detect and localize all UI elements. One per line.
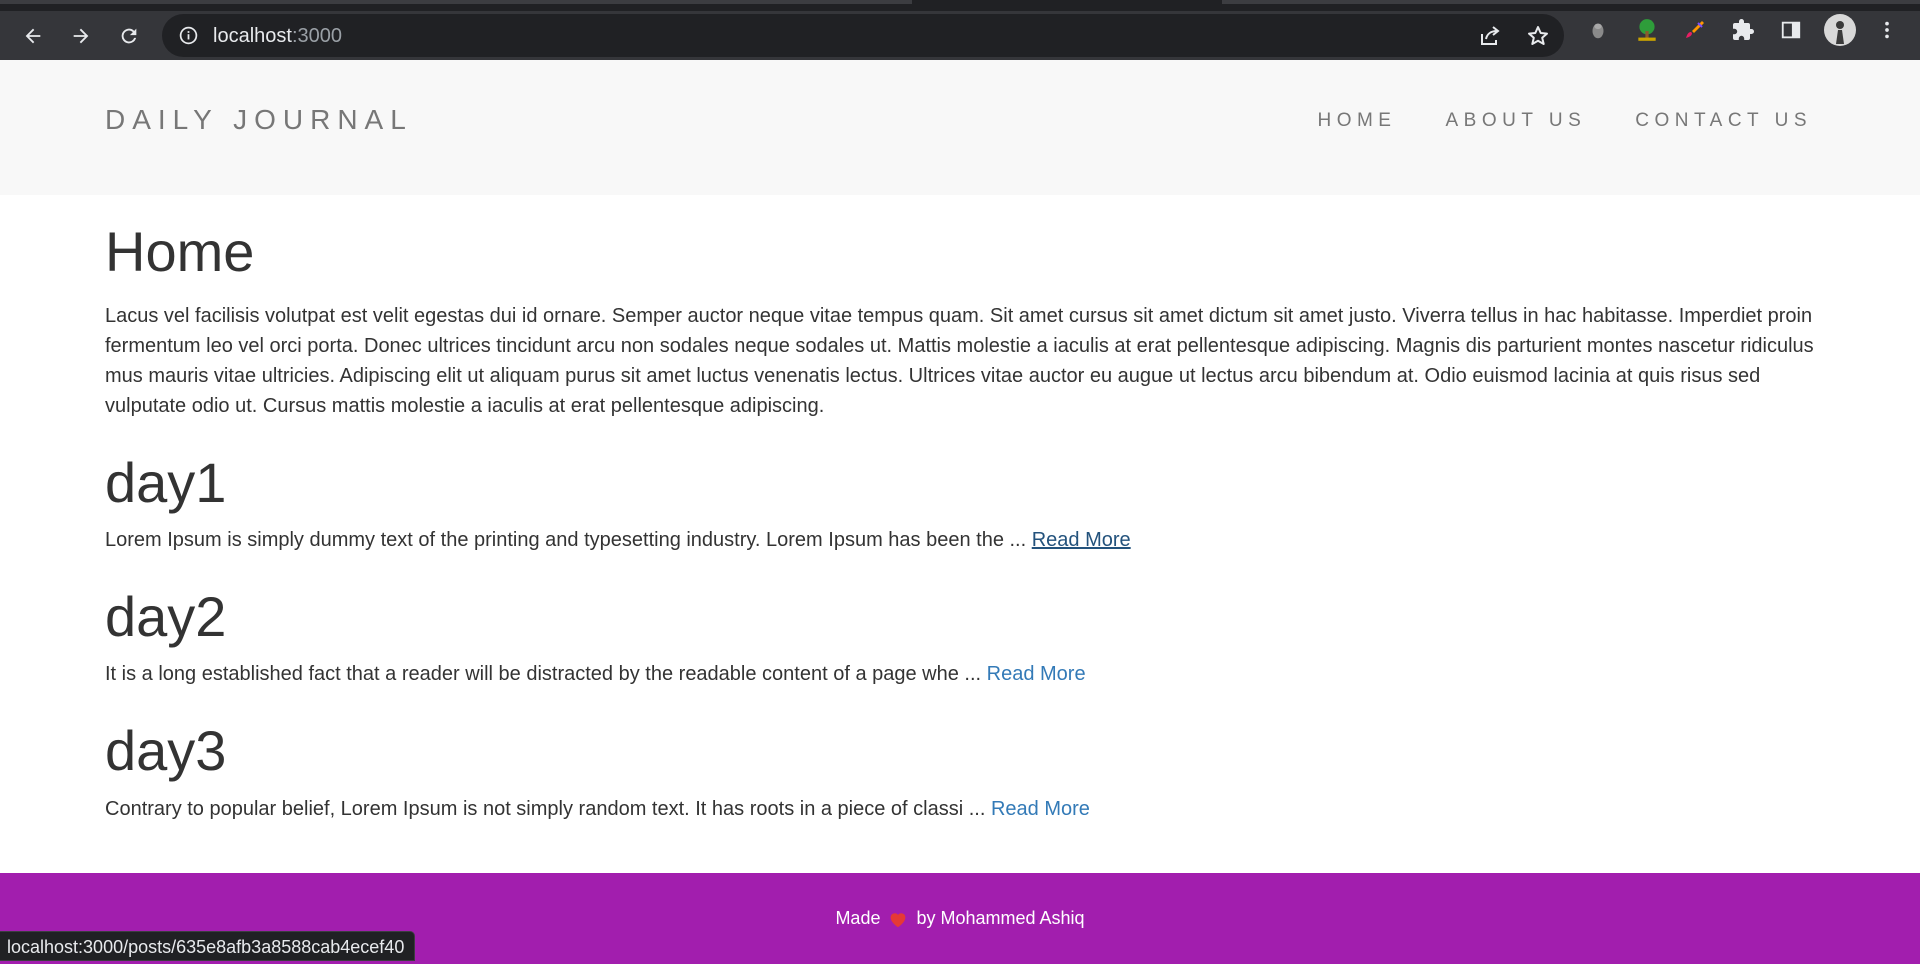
read-more-link[interactable]: Read More [987, 663, 1086, 685]
read-more-link[interactable]: Read More [991, 798, 1090, 820]
nav-link-home[interactable]: HOME [1317, 110, 1396, 132]
extension-grey-icon [1592, 23, 1604, 39]
site-brand-link[interactable]: DAILY JOURNAL [105, 104, 413, 136]
url-port: :3000 [291, 25, 342, 47]
post-excerpt-text: Contrary to popular belief, Lorem Ipsum … [105, 798, 986, 820]
page-title: Home [105, 220, 255, 283]
share-button[interactable] [1476, 22, 1504, 50]
tab-strip [0, 0, 1920, 11]
post-excerpt-text: Lorem Ipsum is simply dummy text of the … [105, 529, 1027, 551]
extension-brush[interactable] [1680, 15, 1710, 45]
home-intro-text: Lacus vel facilisis volutpat est velit e… [105, 305, 1814, 417]
nav-link-contact-us[interactable]: CONTACT US [1635, 110, 1812, 132]
url-text[interactable]: localhost:3000 [213, 25, 342, 47]
post-excerpt: Contrary to popular belief, Lorem Ipsum … [105, 794, 1090, 824]
side-panel-button[interactable] [1776, 15, 1806, 45]
bookmark-button[interactable] [1524, 22, 1552, 50]
post-title: day3 [105, 719, 227, 782]
link-status-bar: localhost:3000/posts/635e8afb3a8588cab4e… [0, 931, 416, 961]
paintbrush-icon [1686, 21, 1704, 38]
arrow-left-icon [25, 28, 41, 44]
profile-button[interactable] [1823, 13, 1857, 47]
kebab-menu-icon [1885, 21, 1889, 39]
star-icon [1528, 26, 1548, 45]
heart-icon [888, 910, 908, 928]
footer-made-text: Made [835, 908, 881, 928]
browser-toolbar: localhost:3000 [0, 11, 1920, 60]
nav-link-about-us[interactable]: ABOUT US [1445, 110, 1586, 132]
read-more-link[interactable]: Read More [1032, 529, 1131, 551]
back-button[interactable] [16, 19, 50, 53]
tab-strip-edge-right [1222, 0, 1920, 4]
post-excerpt: It is a long established fact that a rea… [105, 659, 1086, 689]
extension-grey[interactable] [1583, 15, 1613, 45]
forward-button[interactable] [64, 19, 98, 53]
main-nav: HOME ABOUT US CONTACT US [1317, 110, 1812, 132]
site-header: DAILY JOURNAL HOME ABOUT US CONTACT US [0, 60, 1920, 195]
reload-icon [121, 28, 137, 44]
post-title: day1 [105, 451, 227, 514]
puzzle-icon [1733, 19, 1754, 40]
post-excerpt: Lorem Ipsum is simply dummy text of the … [105, 525, 1131, 555]
post-title: day2 [105, 585, 227, 648]
share-icon [1481, 26, 1500, 45]
url-host: localhost [213, 25, 292, 47]
extensions-button[interactable] [1728, 15, 1758, 45]
browser-menu-button[interactable] [1872, 15, 1902, 45]
extension-tree[interactable] [1632, 15, 1662, 45]
tree-icon [1638, 19, 1656, 41]
address-bar[interactable]: localhost:3000 [162, 14, 1564, 57]
reload-button[interactable] [112, 19, 146, 53]
browser-chrome: localhost:3000 [0, 0, 1920, 60]
post-excerpt-text: It is a long established fact that a rea… [105, 663, 982, 685]
arrow-right-icon [73, 28, 89, 44]
side-panel-icon [1781, 21, 1801, 39]
avatar [1824, 14, 1856, 46]
info-icon[interactable] [178, 25, 199, 46]
tab-strip-edge [0, 0, 912, 4]
footer-author-text: by Mohammed Ashiq [916, 908, 1085, 928]
